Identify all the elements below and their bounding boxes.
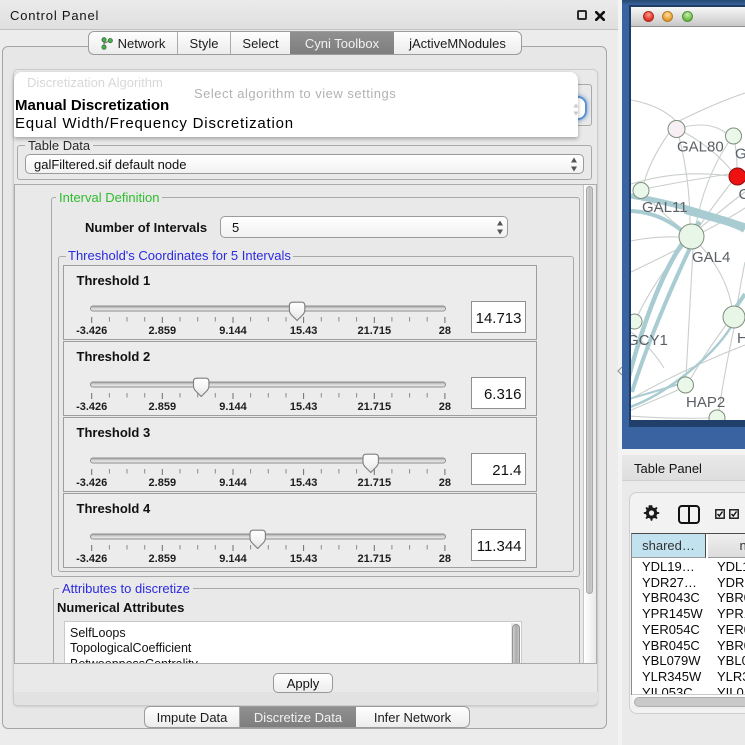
- svg-text:2.859: 2.859: [148, 401, 176, 413]
- svg-text:15.43: 15.43: [289, 477, 317, 489]
- svg-text:21.715: 21.715: [357, 401, 391, 413]
- svg-text:28: 28: [438, 401, 450, 413]
- svg-text:CY: CY: [739, 186, 745, 203]
- svg-text:28: 28: [438, 553, 450, 565]
- svg-text:21.715: 21.715: [357, 477, 391, 489]
- svg-text:2.859: 2.859: [148, 553, 176, 565]
- svg-text:-3.426: -3.426: [76, 477, 107, 489]
- svg-text:GA: GA: [735, 146, 745, 163]
- svg-text:28: 28: [438, 477, 450, 489]
- svg-text:21.715: 21.715: [357, 325, 391, 337]
- svg-text:GAL80: GAL80: [677, 139, 724, 156]
- svg-text:-3.426: -3.426: [76, 553, 107, 565]
- svg-text:GAL11: GAL11: [642, 199, 688, 216]
- svg-text:2.859: 2.859: [148, 325, 176, 337]
- svg-text:28: 28: [438, 325, 450, 337]
- svg-text:GAL4: GAL4: [692, 249, 730, 266]
- svg-text:2.859: 2.859: [148, 477, 176, 489]
- svg-text:-3.426: -3.426: [76, 401, 107, 413]
- svg-text:HA: HA: [737, 330, 745, 347]
- svg-text:21.715: 21.715: [357, 553, 391, 565]
- svg-text:9.144: 9.144: [219, 325, 247, 337]
- svg-text:15.43: 15.43: [289, 401, 317, 413]
- svg-text:15.43: 15.43: [289, 553, 317, 565]
- svg-text:HAP2: HAP2: [686, 394, 725, 411]
- svg-text:15.43: 15.43: [289, 325, 317, 337]
- svg-text:GCY1: GCY1: [631, 332, 668, 349]
- svg-text:9.144: 9.144: [219, 477, 247, 489]
- svg-text:-3.426: -3.426: [76, 325, 107, 337]
- svg-text:9.144: 9.144: [219, 553, 247, 565]
- svg-text:9.144: 9.144: [219, 401, 247, 413]
